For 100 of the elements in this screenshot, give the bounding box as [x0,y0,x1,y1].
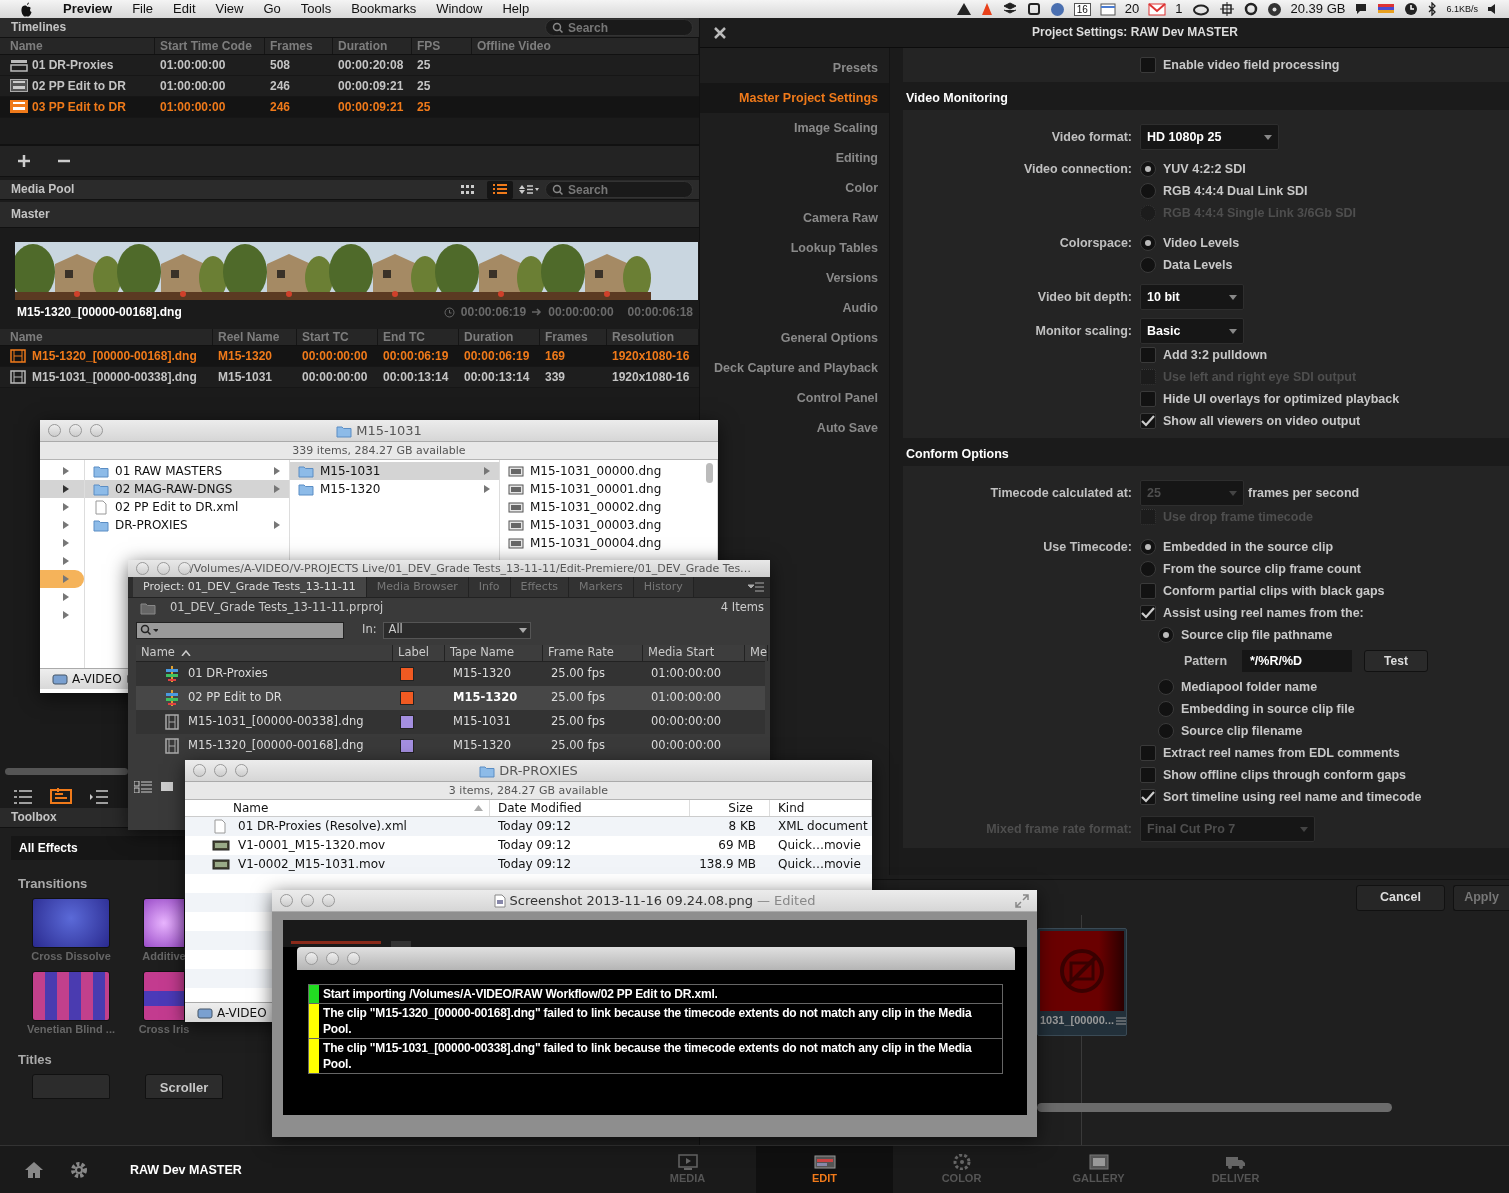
dropdown[interactable]: All [382,621,531,639]
transition-thumbnail[interactable] [143,897,185,948]
scrollbar[interactable] [1037,1103,1392,1112]
checkbox[interactable] [1140,767,1156,783]
transition-thumbnail[interactable] [32,897,110,948]
table-row[interactable]: 01 DR-Proxies M15-1320 25.00 fps 01:00:00:00 [136,662,765,686]
column-header[interactable]: Me [745,645,768,661]
flag-icon[interactable] [1377,3,1396,15]
pattern-field[interactable]: */%R/%D [1242,650,1352,672]
path-item[interactable]: A-VIDEO [72,671,122,687]
radio-button[interactable] [1158,679,1174,695]
browser-item[interactable]: M15-1031_00003.dng [500,516,717,534]
browser-item[interactable]: M15-1031_00000.dng [500,462,717,480]
checkbox[interactable] [1140,605,1156,621]
settings-nav-item[interactable]: Lookup Tables [786,233,889,263]
settings-nav-item[interactable]: Presets [828,53,889,83]
radio-button[interactable] [1140,161,1156,177]
close-button[interactable] [136,562,149,575]
column-header[interactable]: Date Modified [490,800,690,816]
browser-item[interactable]: 02 MAG-RAW-DNGS [85,480,289,498]
settings-nav-item[interactable]: Master Project Settings [700,83,889,113]
checkbox[interactable] [1140,413,1156,429]
list-view-icon[interactable] [134,781,152,793]
cloud-icon[interactable] [1191,2,1210,16]
column-header[interactable]: Kind [770,800,872,816]
checkbox[interactable] [1140,789,1156,805]
browser-item[interactable]: M15-1320 [290,480,499,498]
table-row[interactable]: M15-1031_[00000-00338].dng M15-1031 25.00 fps 00:00:00:00 [136,710,765,734]
browser-item[interactable]: M15-1031_00004.dng [500,534,717,552]
menu-item[interactable]: File [132,1,154,17]
checkbox[interactable] [1140,57,1156,73]
table-row[interactable]: 03 PP Edit to DR 01:00:00:00 246 00:00:09:21 25 [0,97,699,118]
close-button[interactable] [280,894,293,907]
sort-icon[interactable] [519,184,539,195]
column-header[interactable]: Name [5,38,155,54]
menu-item[interactable]: Edit [173,1,196,17]
column-header[interactable]: FPS [412,38,472,54]
settings-nav-item[interactable]: General Options [776,323,889,353]
close-button[interactable] [305,952,318,965]
menu-item[interactable]: Window [436,1,483,17]
square-icon[interactable] [1026,2,1041,16]
close-icon[interactable] [714,26,726,39]
cone-icon[interactable] [980,2,993,16]
panel-tab[interactable]: Project: 01_DEV_Grade Tests_13-11-11 [133,577,367,597]
settings-nav-item[interactable]: Auto Save [812,413,889,443]
checkbox[interactable] [1140,391,1156,407]
column-header[interactable]: Name [136,645,393,661]
settings-icon[interactable] [70,1161,88,1179]
radio-button[interactable] [1140,235,1156,251]
column-header[interactable]: Offline Video [472,38,699,54]
column-header[interactable]: Size [690,800,770,816]
browser-item[interactable]: M15-1031 [290,462,499,480]
timeline-icon[interactable] [50,788,72,804]
title-thumbnail[interactable]: Scroller [145,1073,223,1099]
checkbox[interactable] [1140,347,1156,363]
column-header[interactable]: Frames [540,329,607,345]
minimize-button[interactable] [301,894,314,907]
browser-item[interactable]: M15-1031_00002.dng [500,498,717,516]
radio-button[interactable] [1140,257,1156,273]
table-row[interactable]: M15-1320_[00000-00168].dng M15-1320 00:00:00:00 00:00:06:19 00:00:06:19 169 1920x1080-16 [0,346,699,367]
bin-name[interactable]: Master [11,207,50,222]
radio-button[interactable] [1158,701,1174,717]
zoom-button[interactable] [347,952,360,965]
column-header[interactable]: Name [5,329,213,345]
table-row[interactable]: 02 PP Edit to DR 01:00:00:00 246 00:00:09:21 25 [0,76,699,97]
triangle-logo-icon[interactable] [955,2,972,16]
transition-thumbnail[interactable] [32,970,110,1021]
calendar-icon[interactable] [1099,2,1116,16]
column-header[interactable]: End TC [378,329,459,345]
minimize-button[interactable] [69,424,82,437]
settings-nav-item[interactable]: Audio [838,293,889,323]
column-header[interactable]: Frames [265,38,333,54]
move-icon[interactable] [1218,2,1235,16]
calendar-date[interactable]: 16 [1073,2,1091,16]
checkbox[interactable] [1140,583,1156,599]
column-header[interactable]: Start TC [297,329,378,345]
zoom-button[interactable] [178,562,191,575]
close-button[interactable] [48,424,61,437]
column-header[interactable]: Resolution [607,329,699,345]
dropdown[interactable]: HD 1080p 25 [1140,124,1279,150]
minimize-button[interactable] [214,764,227,777]
settings-nav-item[interactable]: Deck Capture and Playback [710,353,889,383]
settings-nav-item[interactable]: Camera Raw [798,203,889,233]
app-menu[interactable]: Preview [63,1,113,17]
fullscreen-icon[interactable] [1015,894,1029,908]
settings-nav-item[interactable]: Versions [821,263,889,293]
minimize-button[interactable] [157,562,170,575]
list-view-button[interactable] [487,180,513,199]
plus-icon[interactable] [18,155,30,167]
checkbox[interactable] [1140,745,1156,761]
close-button[interactable] [193,764,206,777]
column-header[interactable]: Reel Name [213,329,297,345]
search-field[interactable]: Search [545,181,693,198]
menu-item[interactable]: Tools [300,1,332,17]
radio-button[interactable] [1140,561,1156,577]
search-field[interactable]: Search [545,19,693,36]
menu-item[interactable]: Help [502,1,530,17]
radio-button[interactable] [1158,723,1174,739]
settings-nav-item[interactable]: Control Panel [792,383,889,413]
table-row[interactable]: 02 PP Edit to DR M15-1320 25.00 fps 01:00:00:00 [136,686,765,710]
